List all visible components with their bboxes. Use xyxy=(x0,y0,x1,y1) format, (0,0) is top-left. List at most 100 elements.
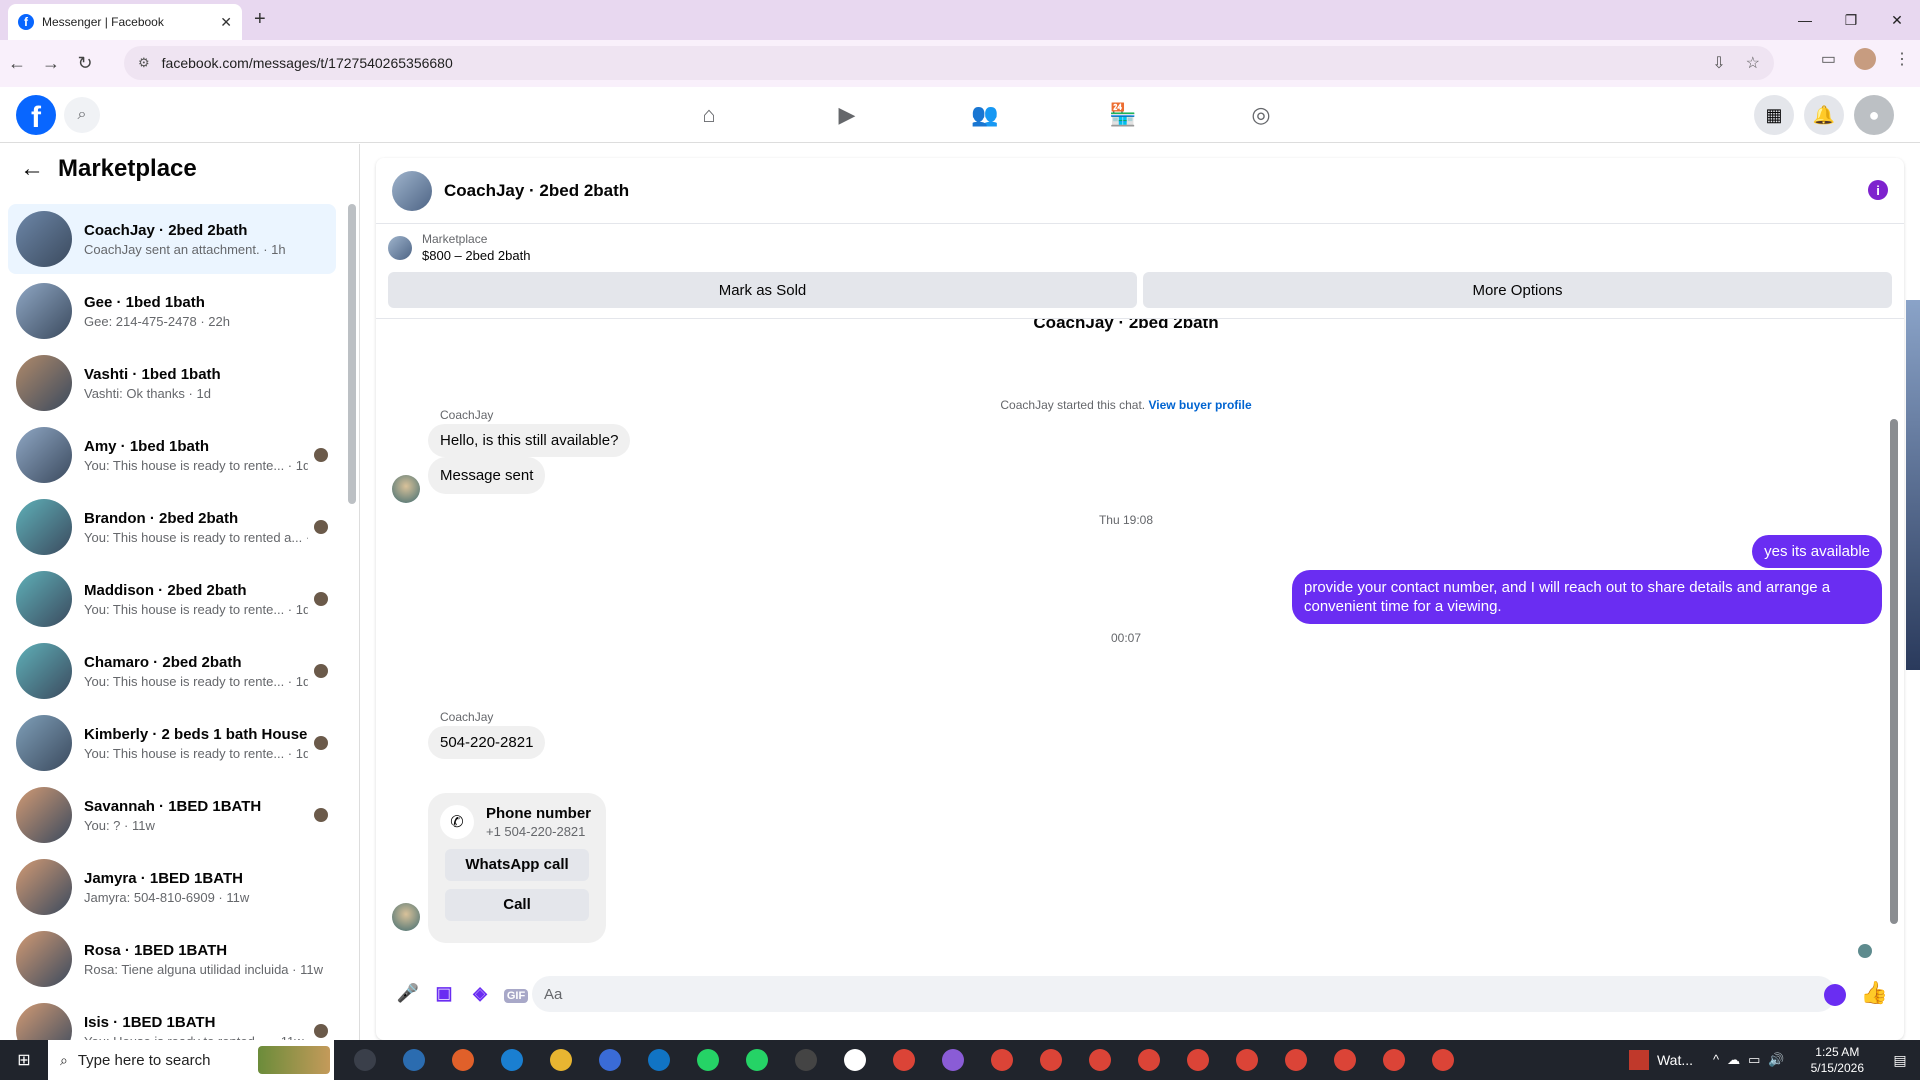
listing-summary[interactable]: Marketplace $800 – 2bed 2bath xyxy=(388,232,530,263)
conversation-item[interactable]: Kimberly · 2 beds 1 bath House You: This … xyxy=(8,708,336,778)
home-icon[interactable]: ⌂ xyxy=(640,87,778,143)
taskbar-app-icon[interactable] xyxy=(1418,1040,1467,1080)
view-buyer-profile-link[interactable]: View buyer profile xyxy=(1148,398,1251,412)
close-window-icon[interactable]: ✕ xyxy=(1874,0,1920,40)
taskbar-app-icon[interactable] xyxy=(830,1040,879,1080)
chrome-menu-icon[interactable]: ⋮ xyxy=(1894,49,1910,69)
sender-avatar[interactable] xyxy=(392,903,420,931)
taskbar-app-icon[interactable] xyxy=(1173,1040,1222,1080)
listing-thumbnail xyxy=(16,787,72,843)
sidebar-scrollbar[interactable] xyxy=(348,204,356,504)
conversation-item[interactable]: Jamyra · 1BED 1BATH Jamyra: 504-810-6909 … xyxy=(8,852,336,922)
gaming-icon[interactable]: ◎ xyxy=(1192,87,1330,143)
mark-as-sold-button[interactable]: Mark as Sold xyxy=(388,272,1137,308)
incoming-message[interactable]: Hello, is this still available? xyxy=(428,424,631,457)
outgoing-message[interactable]: yes its available xyxy=(1752,535,1882,568)
taskbar-app-icon[interactable] xyxy=(1369,1040,1418,1080)
weather-widget[interactable]: Wat... xyxy=(1628,1050,1693,1070)
conversation-item[interactable]: Amy · 1bed 1bath You: This house is ready… xyxy=(8,420,336,490)
menu-grid-icon[interactable]: ▦ xyxy=(1754,95,1794,135)
side-panel-icon[interactable]: ▭ xyxy=(1821,49,1836,69)
taskbar-app-icon[interactable] xyxy=(1026,1040,1075,1080)
conversation-item[interactable]: Brandon · 2bed 2bath You: This house is r… xyxy=(8,492,336,562)
sender-avatar[interactable] xyxy=(392,475,420,503)
taskbar-app-icon[interactable] xyxy=(1320,1040,1369,1080)
chat-listing-thumbnail[interactable] xyxy=(392,170,432,211)
minimize-icon[interactable]: — xyxy=(1782,0,1828,40)
whatsapp-call-button[interactable]: WhatsApp call xyxy=(445,849,589,881)
sender-name: CoachJay xyxy=(440,408,494,422)
install-app-icon[interactable]: ⇩ xyxy=(1712,53,1725,73)
taskbar-search[interactable]: ⌕ Type here to search xyxy=(48,1040,334,1080)
reload-icon[interactable]: ↻ xyxy=(68,53,102,74)
taskbar-app-icon[interactable] xyxy=(389,1040,438,1080)
windows-start-icon[interactable]: ⊞ xyxy=(0,1040,48,1080)
site-info-icon[interactable]: ⚙ xyxy=(138,55,150,71)
incoming-message[interactable]: 504-220-2821 xyxy=(428,726,546,759)
thumbs-up-icon[interactable]: 👍 xyxy=(1861,980,1888,1006)
conversation-item[interactable]: Vashti · 1bed 1bath Vashti: Ok thanks · 1… xyxy=(8,348,336,418)
video-icon[interactable]: ▶ xyxy=(778,87,916,143)
taskbar-app-icon[interactable] xyxy=(487,1040,536,1080)
friends-icon[interactable]: 👥 xyxy=(916,87,1054,143)
taskbar-app-icon[interactable] xyxy=(928,1040,977,1080)
emoji-icon[interactable] xyxy=(1824,984,1846,1006)
conversation-item[interactable]: Maddison · 2bed 2bath You: This house is … xyxy=(8,564,336,634)
sticker-icon[interactable]: ◈ xyxy=(462,983,498,1004)
taskbar-app-icon[interactable] xyxy=(1222,1040,1271,1080)
taskbar-app-icon[interactable] xyxy=(683,1040,732,1080)
message-input[interactable]: Aa xyxy=(532,976,1836,1012)
taskbar-clock[interactable]: 1:25 AM 5/15/2026 xyxy=(1811,1044,1864,1076)
notification-center-icon[interactable]: ▤ xyxy=(1880,1052,1920,1069)
back-arrow-icon[interactable]: ← xyxy=(20,155,44,183)
account-avatar[interactable]: ● xyxy=(1854,95,1894,135)
conversation-name: Isis · 1BED 1BATH xyxy=(84,1013,216,1031)
photo-icon[interactable]: ▣ xyxy=(426,983,462,1004)
outgoing-message[interactable]: provide your contact number, and I will … xyxy=(1292,570,1882,624)
gif-icon[interactable]: GIF xyxy=(498,983,534,1004)
notifications-bell-icon[interactable]: 🔔 xyxy=(1804,95,1844,135)
call-button[interactable]: Call xyxy=(445,889,589,921)
taskbar-app-icon[interactable] xyxy=(1271,1040,1320,1080)
conversation-snippet: Jamyra: 504-810-6909 · 11w xyxy=(84,889,250,905)
tray-icons[interactable]: ^☁▭🔊 xyxy=(1713,1052,1793,1068)
incoming-message[interactable]: Message sent xyxy=(428,457,546,494)
conversation-item[interactable]: Savannah · 1BED 1BATH You: ? · 11w xyxy=(8,780,336,850)
bookmark-star-icon[interactable]: ☆ xyxy=(1746,53,1760,73)
marketplace-icon[interactable]: 🏪 xyxy=(1054,87,1192,143)
taskbar-app-icon[interactable] xyxy=(781,1040,830,1080)
taskbar-app-icon[interactable] xyxy=(536,1040,585,1080)
search-icon: ⌕ xyxy=(60,1051,68,1068)
more-options-button[interactable]: More Options xyxy=(1143,272,1892,308)
address-bar[interactable]: ⚙ facebook.com/messages/t/17275402653566… xyxy=(124,46,1774,80)
taskbar-app-icon[interactable] xyxy=(977,1040,1026,1080)
close-tab-icon[interactable]: ✕ xyxy=(220,14,232,31)
search-icon[interactable]: ⌕ xyxy=(64,97,100,133)
conversation-item[interactable]: Rosa · 1BED 1BATH Rosa: Tiene alguna util… xyxy=(8,924,336,994)
microphone-icon[interactable]: 🎤 xyxy=(390,983,426,1004)
back-icon[interactable]: ← xyxy=(0,53,34,74)
new-tab-icon[interactable]: + xyxy=(254,8,266,31)
taskbar-app-icon[interactable] xyxy=(1124,1040,1173,1080)
chat-scrollbar[interactable] xyxy=(1890,419,1898,924)
conversation-item[interactable]: Isis · 1BED 1BATHYou: House is ready to … xyxy=(8,996,336,1040)
profile-avatar[interactable] xyxy=(1854,48,1876,70)
taskbar-app-icon[interactable] xyxy=(340,1040,389,1080)
taskbar-app-icon[interactable] xyxy=(585,1040,634,1080)
conversation-item[interactable]: CoachJay · 2bed 2bath CoachJay sent an at… xyxy=(8,204,336,274)
chat-title[interactable]: CoachJay · 2bed 2bath xyxy=(444,181,629,201)
browser-tab[interactable]: f Messenger | Facebook ✕ xyxy=(8,4,242,40)
conversation-item[interactable]: Gee · 1bed 1bath Gee: 214-475-2478 · 22h xyxy=(8,276,336,346)
taskbar-app-icon[interactable] xyxy=(1075,1040,1124,1080)
listing-thumbnail xyxy=(16,355,72,411)
facebook-logo-icon[interactable]: f xyxy=(16,95,56,135)
restore-icon[interactable]: ❐ xyxy=(1828,0,1874,40)
forward-icon[interactable]: → xyxy=(34,53,68,74)
taskbar-app-icon[interactable] xyxy=(438,1040,487,1080)
taskbar-app-icon[interactable] xyxy=(879,1040,928,1080)
conversation-item[interactable]: Chamaro · 2bed 2bath You: This house is r… xyxy=(8,636,336,706)
listing-thumbnail xyxy=(16,715,72,771)
info-icon[interactable]: i xyxy=(1868,180,1888,200)
taskbar-app-icon[interactable] xyxy=(732,1040,781,1080)
taskbar-app-icon[interactable] xyxy=(634,1040,683,1080)
